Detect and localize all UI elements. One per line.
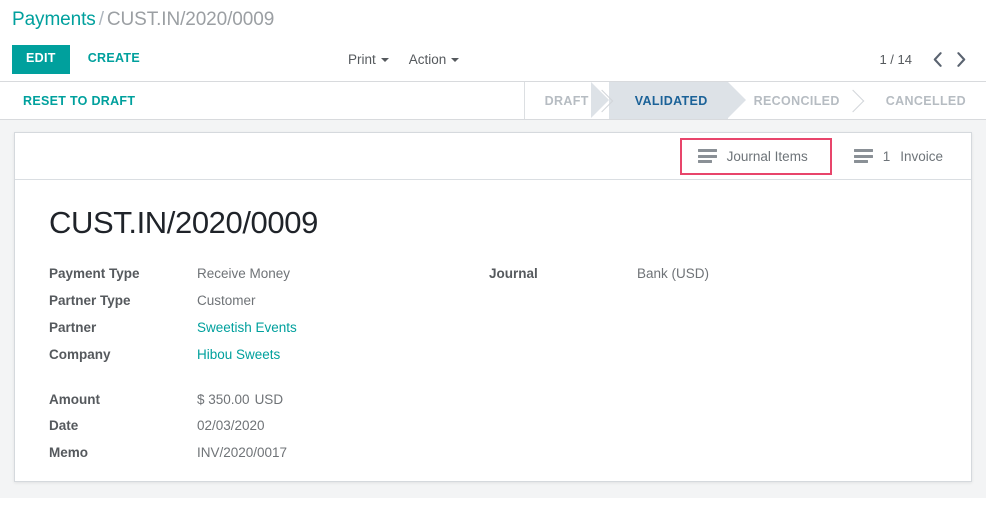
amount-value: $ 350.00 (197, 391, 250, 407)
control-panel-dropdowns: Print Action (348, 38, 479, 81)
status-stage-label: DRAFT (544, 93, 589, 108)
pager-next-button[interactable] (950, 47, 972, 73)
field-groups: Payment Type Receive Money Partner Type … (49, 266, 971, 472)
field-value-memo: INV/2020/0017 (197, 445, 288, 461)
field-row-partner: Partner Sweetish Events (49, 320, 489, 347)
action-dropdown-label: Action (408, 52, 447, 67)
pager-previous-button[interactable] (926, 47, 948, 73)
status-stage-label: CANCELLED (885, 93, 966, 108)
status-stage-validated[interactable]: VALIDATED (590, 82, 746, 119)
chevron-down-icon (380, 58, 389, 63)
control-panel: Payments / CUST.IN/2020/0009 EDIT CREATE P… (0, 0, 986, 82)
record-title: CUST.IN/2020/0009 (49, 205, 318, 240)
print-dropdown-label: Print (348, 52, 376, 67)
action-dropdown[interactable]: Action (409, 52, 460, 67)
field-table-right: Journal Bank (USD) (489, 266, 909, 293)
breadcrumb: Payments / CUST.IN/2020/0009 (12, 9, 986, 31)
field-group-right: Journal Bank (USD) (489, 266, 909, 293)
print-dropdown[interactable]: Print (348, 52, 389, 67)
create-button[interactable]: CREATE (76, 45, 152, 74)
reset-to-draft-button[interactable]: RESET TO DRAFT (12, 88, 146, 114)
bars-icon (853, 149, 873, 163)
sheet-body: CUST.IN/2020/0009 Payment Type Receive M… (15, 180, 971, 472)
field-row-payment-type: Payment Type Receive Money (49, 266, 489, 293)
field-value-date: 02/03/2020 (197, 418, 265, 434)
statusbar-row: RESET TO DRAFT DRAFT VALIDATED RECONCILE… (0, 82, 986, 120)
field-label-date: Date (49, 418, 79, 434)
field-row-memo: Memo INV/2020/0017 (49, 445, 489, 472)
field-group-spacer (49, 374, 489, 392)
field-label-partner-type: Partner Type (49, 292, 131, 308)
status-stage-label: VALIDATED (634, 93, 708, 108)
field-label-payment-type: Payment Type (49, 266, 140, 282)
field-row-amount: Amount $ 350.00 USD (49, 392, 489, 419)
breadcrumb-root-link[interactable]: Payments (12, 9, 96, 30)
status-pipeline: DRAFT VALIDATED RECONCILED CANCELLED (523, 82, 986, 119)
amount-currency: USD (254, 391, 284, 407)
field-value-partner-type: Customer (197, 292, 256, 308)
field-value-journal: Bank (USD) (637, 266, 710, 282)
field-value-partner-link[interactable]: Sweetish Events (197, 320, 489, 347)
field-label-journal: Journal (489, 266, 538, 282)
smart-button-invoice[interactable]: 1 Invoice (838, 141, 959, 172)
control-panel-buttons-row: EDIT CREATE Print Action 1 / 14 (0, 38, 986, 81)
smart-button-label: Journal Items (726, 148, 808, 164)
chevron-down-icon (451, 58, 460, 63)
status-stage-label: RECONCILED (753, 93, 840, 108)
form-area: Journal Items 1 Invoice CUST.IN/2020/000… (0, 120, 986, 498)
field-group-left: Payment Type Receive Money Partner Type … (49, 266, 489, 472)
edit-button[interactable]: EDIT (12, 45, 70, 74)
pager: 1 / 14 (879, 38, 972, 81)
breadcrumb-separator: / (98, 9, 104, 30)
pager-count: 1 / 14 (879, 52, 912, 67)
field-label-memo: Memo (49, 445, 89, 461)
smart-button-journal-items[interactable]: Journal Items (679, 137, 832, 175)
smart-button-label: Invoice (900, 148, 943, 164)
field-label-company: Company (49, 346, 111, 362)
field-value-payment-type: Receive Money (197, 266, 291, 282)
field-table-left: Payment Type Receive Money Partner Type … (49, 266, 489, 472)
field-row-journal: Journal Bank (USD) (489, 266, 909, 293)
bars-icon (697, 149, 717, 163)
field-value-amount: $ 350.00 USD (197, 392, 489, 419)
breadcrumb-row: Payments / CUST.IN/2020/0009 (0, 0, 986, 38)
record-sheet: Journal Items 1 Invoice CUST.IN/2020/000… (14, 132, 972, 482)
status-stage-cancelled[interactable]: CANCELLED (860, 82, 986, 119)
smart-button-count: 1 (882, 148, 891, 164)
field-label-amount: Amount (49, 391, 100, 407)
field-row-date: Date 02/03/2020 (49, 418, 489, 445)
status-stage-reconciled[interactable]: RECONCILED (728, 82, 860, 119)
field-row-company: Company Hibou Sweets (49, 347, 489, 374)
field-value-company-link[interactable]: Hibou Sweets (197, 347, 489, 374)
field-label-partner: Partner (49, 319, 97, 335)
smart-button-bar: Journal Items 1 Invoice (15, 133, 971, 180)
field-row-partner-type: Partner Type Customer (49, 293, 489, 320)
breadcrumb-current: CUST.IN/2020/0009 (106, 9, 275, 30)
